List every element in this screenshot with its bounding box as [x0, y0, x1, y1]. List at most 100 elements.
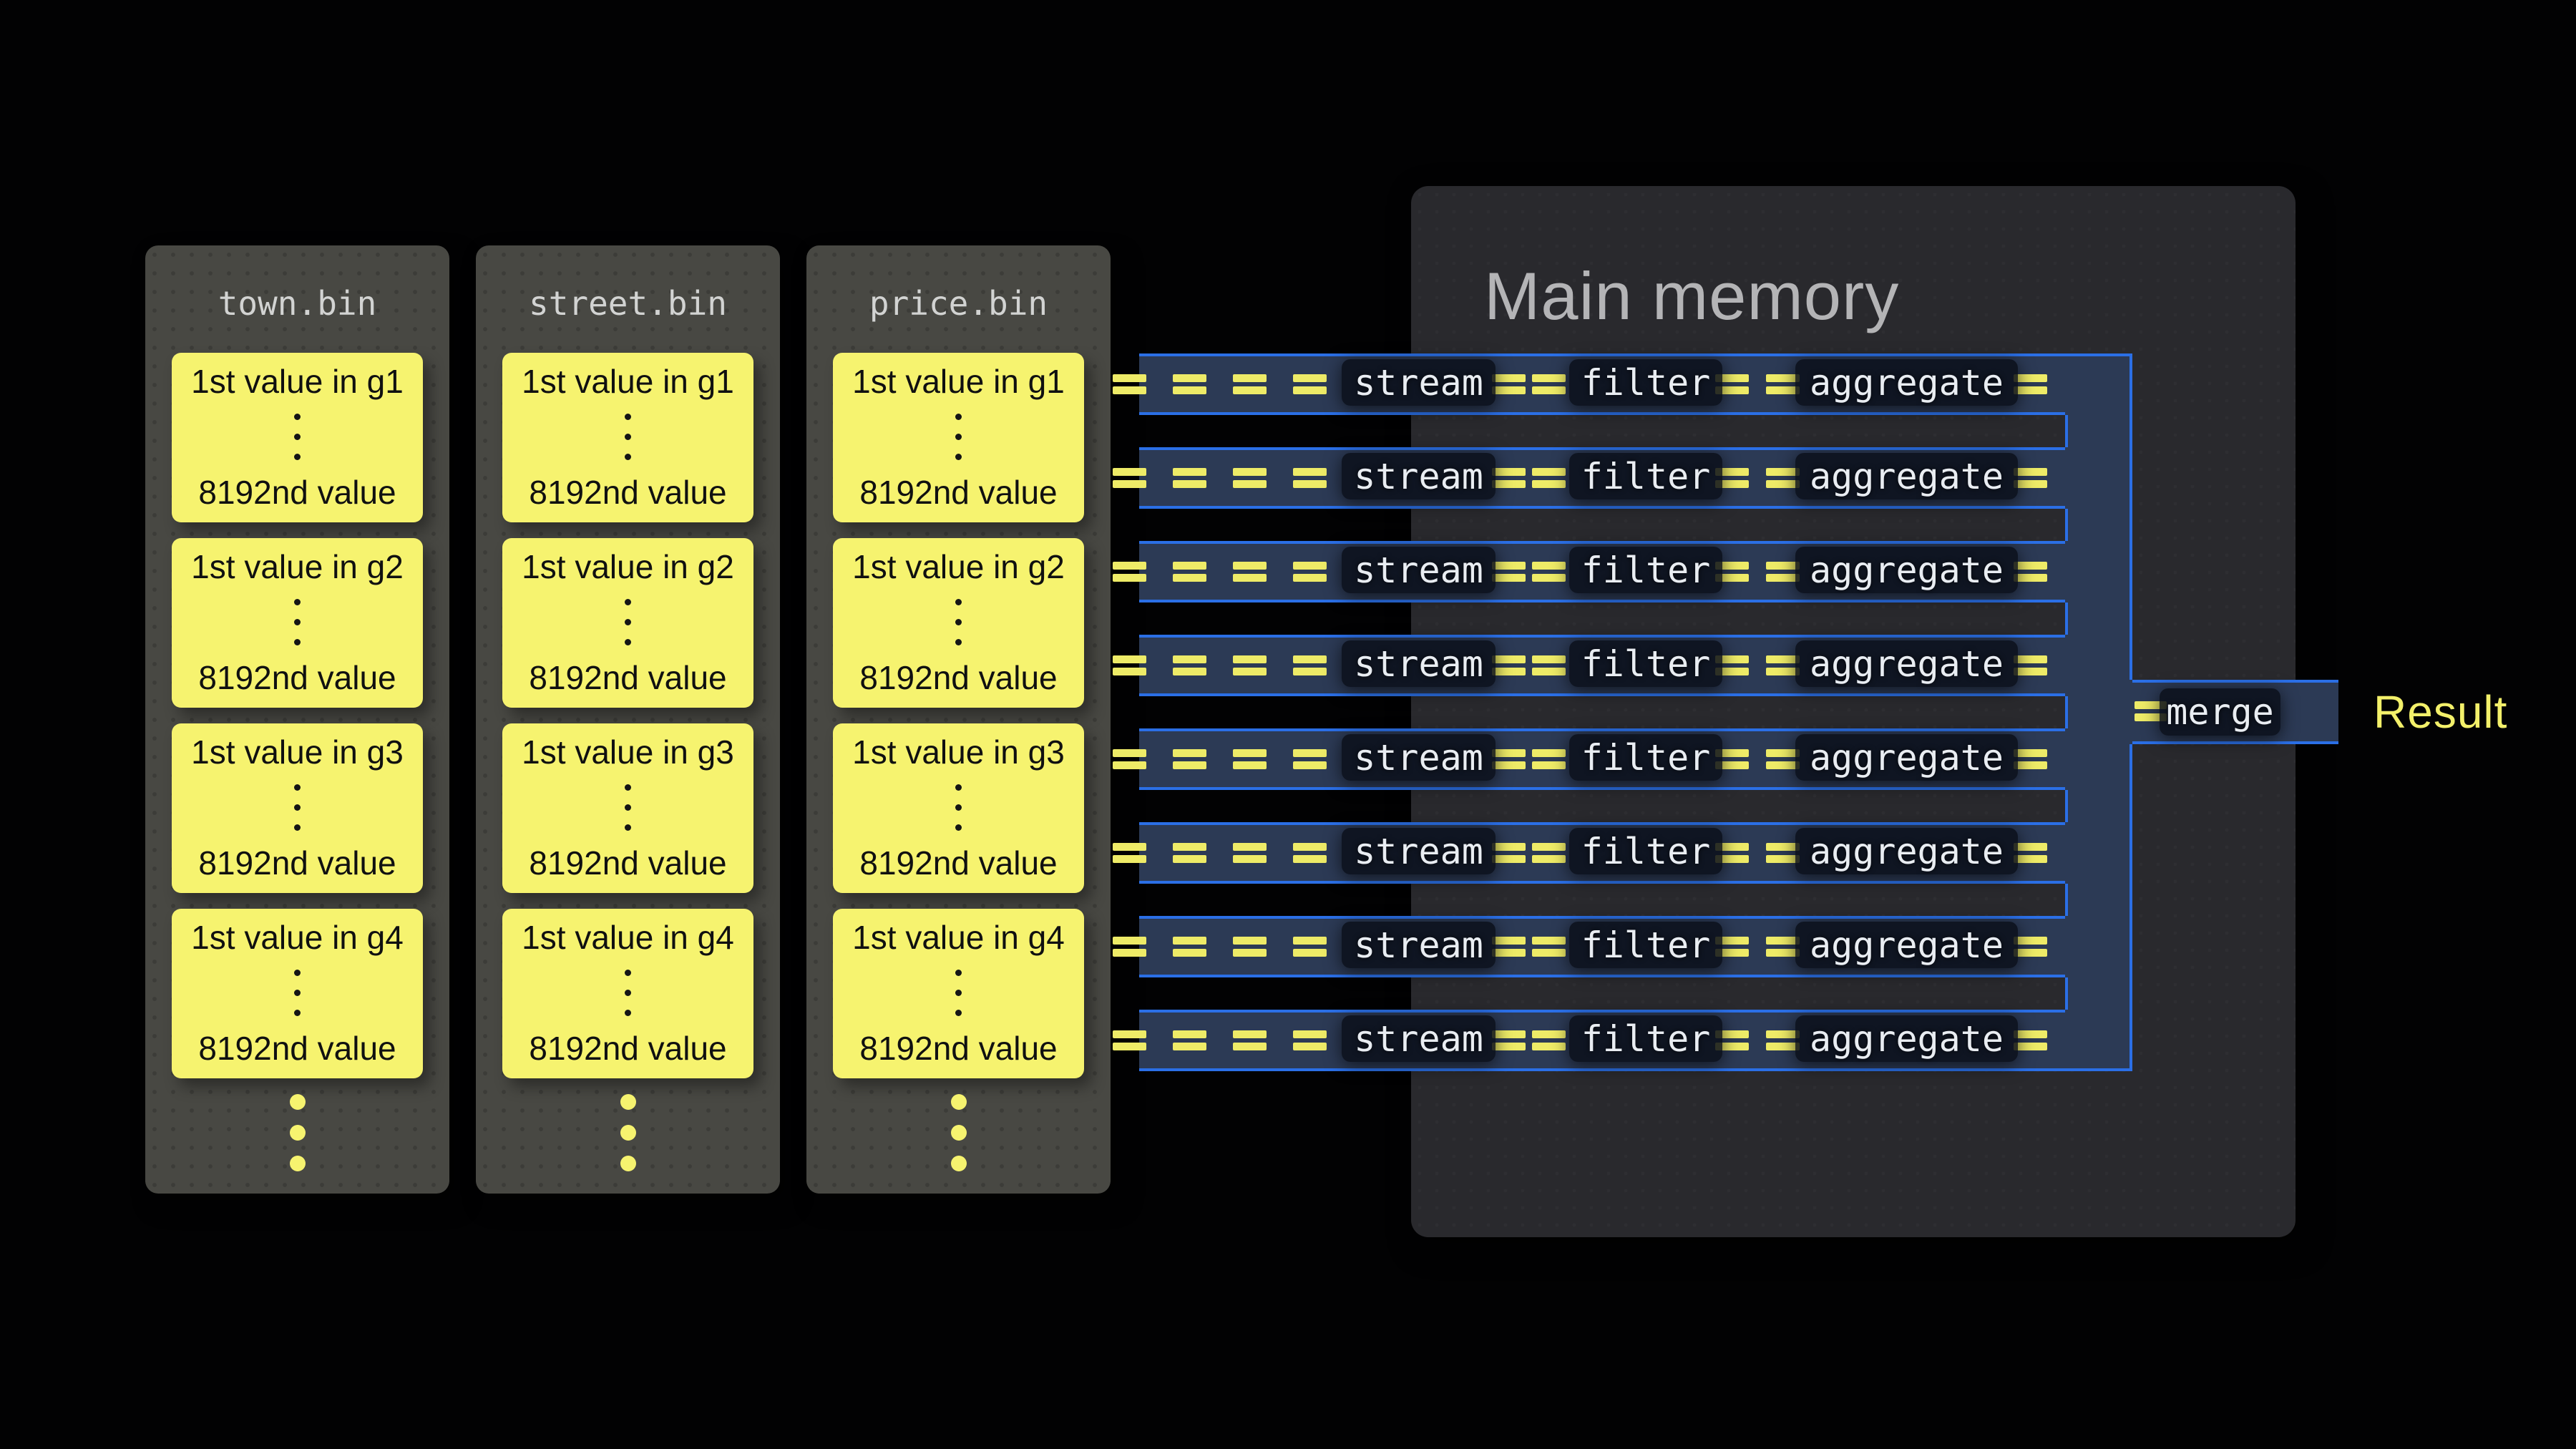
filter-stage-box: filter	[1569, 359, 1722, 406]
filter-stage-box: filter	[1569, 1015, 1722, 1062]
ellipsis-dots-icon	[955, 414, 962, 460]
main-memory-title: Main memory	[1484, 258, 1899, 335]
pipeline-band: streamfilteraggregate	[1139, 541, 2065, 602]
equals-dash-icon	[2014, 468, 2047, 488]
equals-dash-icon	[1492, 655, 1526, 675]
value-group-block: 1st value in g3 8192nd value	[502, 723, 753, 893]
pipeline-band: streamfilteraggregate	[1139, 916, 2065, 977]
file-overflow-dots-icon	[806, 1094, 1111, 1171]
equals-dash-icon	[1293, 374, 1327, 394]
spine-gap-border	[2065, 790, 2068, 822]
equals-dash-icon	[1293, 468, 1327, 488]
first-value-label: 1st value in g1	[191, 362, 404, 401]
equals-dash-icon	[1233, 1030, 1267, 1050]
ellipsis-dots-icon	[294, 599, 301, 645]
value-group-block: 1st value in g2 8192nd value	[172, 538, 423, 708]
first-value-label: 1st value in g3	[191, 733, 404, 771]
equals-dash-icon	[1113, 468, 1146, 488]
ellipsis-dots-icon	[955, 784, 962, 831]
equals-dash-icon	[1766, 843, 1800, 863]
equals-dash-icon	[1766, 468, 1800, 488]
group-list: 1st value in g1 8192nd value 1st value i…	[145, 353, 449, 1078]
first-value-label: 1st value in g3	[852, 733, 1065, 771]
value-group-block: 1st value in g2 8192nd value	[833, 538, 1084, 708]
stream-stage-box: stream	[1342, 1015, 1496, 1062]
filter-stage-box: filter	[1569, 734, 1722, 781]
equals-dash-icon	[1293, 1030, 1327, 1050]
equals-dash-icon	[1293, 562, 1327, 582]
first-value-label: 1st value in g2	[852, 547, 1065, 586]
group-list: 1st value in g1 8192nd value 1st value i…	[806, 353, 1111, 1078]
value-group-block: 1st value in g4 8192nd value	[172, 909, 423, 1078]
aggregate-stage-box: aggregate	[1795, 640, 2018, 687]
last-value-label: 8192nd value	[859, 658, 1057, 697]
aggregate-stage-box: aggregate	[1795, 734, 2018, 781]
equals-dash-icon	[1233, 749, 1267, 769]
equals-dash-icon	[1173, 562, 1206, 582]
equals-dash-icon	[1173, 1030, 1206, 1050]
spine-gap-border	[2065, 884, 2068, 916]
equals-dash-icon	[1293, 655, 1327, 675]
equals-dash-icon	[1492, 374, 1526, 394]
file-column: street.bin 1st value in g1 8192nd value …	[476, 245, 780, 1194]
value-group-block: 1st value in g2 8192nd value	[502, 538, 753, 708]
last-value-label: 8192nd value	[529, 1029, 726, 1068]
equals-dash-icon	[1113, 749, 1146, 769]
equals-dash-icon	[2014, 374, 2047, 394]
equals-dash-icon	[1173, 937, 1206, 957]
filter-stage-box: filter	[1569, 640, 1722, 687]
first-value-label: 1st value in g4	[852, 918, 1065, 957]
last-value-label: 8192nd value	[859, 473, 1057, 512]
first-value-label: 1st value in g2	[191, 547, 404, 586]
value-group-block: 1st value in g4 8192nd value	[502, 909, 753, 1078]
file-name-header: street.bin	[476, 245, 780, 353]
equals-dash-icon	[1233, 374, 1267, 394]
equals-dash-icon	[1293, 937, 1327, 957]
spine-gap-border	[2065, 509, 2068, 541]
equals-dash-icon	[1233, 655, 1267, 675]
ellipsis-dots-icon	[625, 599, 631, 645]
merge-label: merge	[2166, 691, 2274, 733]
equals-dash-icon	[1492, 1030, 1526, 1050]
value-group-block: 1st value in g1 8192nd value	[833, 353, 1084, 522]
file-overflow-dots-icon	[145, 1094, 449, 1171]
equals-dash-icon	[2014, 843, 2047, 863]
spine-gap-border	[2065, 602, 2068, 635]
first-value-label: 1st value in g1	[522, 362, 734, 401]
last-value-label: 8192nd value	[198, 658, 396, 697]
spine-right-border	[2129, 744, 2132, 1071]
value-group-block: 1st value in g3 8192nd value	[172, 723, 423, 893]
stream-stage-box: stream	[1342, 734, 1496, 781]
spine-gap-border	[2065, 415, 2068, 447]
equals-dash-icon	[2014, 749, 2047, 769]
equals-dash-icon	[1492, 468, 1526, 488]
file-name-header: price.bin	[806, 245, 1111, 353]
filter-stage-box: filter	[1569, 922, 1722, 968]
last-value-label: 8192nd value	[198, 1029, 396, 1068]
equals-dash-icon	[1532, 749, 1566, 769]
first-value-label: 1st value in g2	[522, 547, 734, 586]
stream-stage-box: stream	[1342, 828, 1496, 874]
spine-gap-border	[2065, 977, 2068, 1010]
equals-dash-icon	[1492, 562, 1526, 582]
value-group-block: 1st value in g3 8192nd value	[833, 723, 1084, 893]
filter-stage-box: filter	[1569, 453, 1722, 499]
aggregate-stage-box: aggregate	[1795, 359, 2018, 406]
ellipsis-dots-icon	[625, 784, 631, 831]
aggregate-stage-box: aggregate	[1795, 828, 2018, 874]
first-value-label: 1st value in g3	[522, 733, 734, 771]
last-value-label: 8192nd value	[859, 844, 1057, 882]
ellipsis-dots-icon	[625, 414, 631, 460]
file-column: price.bin 1st value in g1 8192nd value 1…	[806, 245, 1111, 1194]
spine-gap-border	[2065, 696, 2068, 728]
equals-dash-icon	[1766, 374, 1800, 394]
last-value-label: 8192nd value	[529, 658, 726, 697]
first-value-label: 1st value in g1	[852, 362, 1065, 401]
equals-dash-icon	[1766, 749, 1800, 769]
ellipsis-dots-icon	[294, 784, 301, 831]
last-value-label: 8192nd value	[198, 473, 396, 512]
equals-dash-icon	[2014, 937, 2047, 957]
result-label: Result	[2373, 686, 2507, 738]
last-value-label: 8192nd value	[529, 844, 726, 882]
equals-dash-icon	[1492, 749, 1526, 769]
